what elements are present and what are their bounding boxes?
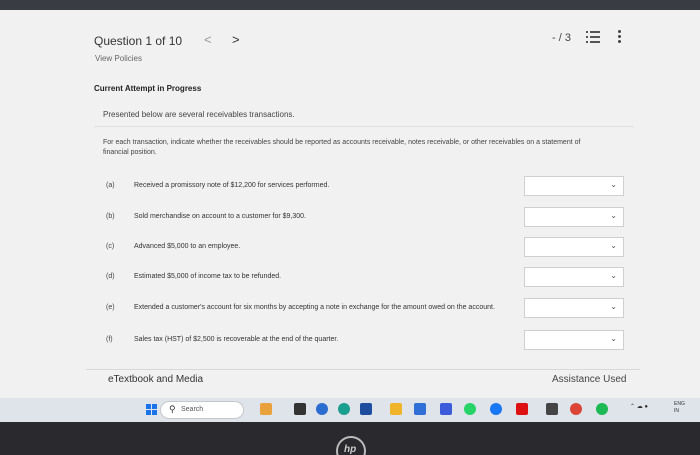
transaction-row: (c) Advanced $5,000 to an employee. ⌄ — [94, 235, 634, 261]
app-icon[interactable] — [490, 403, 502, 415]
chevron-down-icon: ⌄ — [610, 334, 617, 343]
receivable-type-select[interactable]: ⌄ — [524, 267, 624, 287]
app-icon[interactable] — [360, 403, 372, 415]
app-icon[interactable] — [294, 403, 306, 415]
netflix-icon[interactable] — [516, 403, 528, 415]
system-tray-icons[interactable]: ⌃ ☁ ● — [630, 403, 648, 410]
lang-line1: ENG — [674, 401, 685, 407]
assistance-used-label: Assistance Used — [552, 374, 627, 385]
receivable-type-select[interactable]: ⌄ — [524, 330, 624, 350]
browser-top-edge — [0, 0, 700, 10]
prev-question-icon[interactable]: < — [204, 32, 212, 47]
view-policies-link[interactable]: View Policies — [95, 54, 142, 63]
chevron-down-icon: ⌄ — [610, 241, 617, 250]
lang-line2: IN — [674, 408, 679, 414]
row-text: Extended a customer's account for six mo… — [134, 304, 495, 311]
row-letter: (a) — [106, 182, 115, 189]
receivable-type-select[interactable]: ⌄ — [524, 237, 624, 257]
taskbar-search[interactable]: ⚲ Search — [160, 401, 244, 419]
question-screen: Question 1 of 10 < > - / 3 View Policies… — [0, 10, 700, 398]
row-text: Estimated $5,000 of income tax to be ref… — [134, 273, 282, 280]
file-explorer-icon[interactable] — [390, 403, 402, 415]
transaction-row: (b) Sold merchandise on account to a cus… — [94, 205, 634, 231]
row-text: Advanced $5,000 to an employee. — [134, 243, 241, 250]
row-letter: (e) — [106, 304, 115, 311]
chevron-down-icon: ⌄ — [610, 180, 617, 189]
laptop-bezel: hp — [0, 422, 700, 455]
spotify-icon[interactable] — [596, 403, 608, 415]
row-text: Received a promissory note of $12,200 fo… — [134, 182, 330, 189]
list-icon[interactable] — [586, 31, 600, 43]
attempt-status: Current Attempt in Progress — [94, 84, 202, 93]
question-panel: Presented below are several receivables … — [94, 100, 634, 368]
next-question-icon[interactable]: > — [232, 32, 240, 47]
receivable-type-select[interactable]: ⌄ — [524, 176, 624, 196]
transaction-row: (d) Estimated $5,000 of income tax to be… — [94, 265, 634, 291]
transaction-row: (f) Sales tax (HST) of $2,500 is recover… — [94, 328, 634, 354]
row-text: Sold merchandise on account to a custome… — [134, 213, 306, 220]
app-icon[interactable] — [414, 403, 426, 415]
receivable-type-select[interactable]: ⌄ — [524, 298, 624, 318]
question-title: Question 1 of 10 — [94, 34, 183, 48]
chevron-down-icon: ⌄ — [610, 302, 617, 311]
row-text: Sales tax (HST) of $2,500 is recoverable… — [134, 336, 339, 343]
score-label: - / 3 — [552, 32, 571, 44]
windows-icon[interactable] — [146, 404, 158, 416]
row-letter: (c) — [106, 243, 115, 250]
app-icon[interactable] — [464, 403, 476, 415]
question-intro: Presented below are several receivables … — [103, 110, 295, 119]
more-vertical-icon[interactable] — [618, 30, 622, 44]
hp-logo-text: hp — [344, 444, 357, 455]
row-letter: (d) — [106, 273, 115, 280]
language-indicator[interactable]: ENG IN — [674, 401, 685, 415]
question-card: Current Attempt in Progress Presented be… — [86, 74, 640, 370]
app-icon[interactable] — [316, 403, 328, 415]
search-icon: ⚲ — [169, 404, 176, 414]
chrome-icon[interactable] — [570, 403, 582, 415]
hp-logo: hp — [336, 436, 366, 455]
question-instructions: For each transaction, indicate whether t… — [103, 139, 581, 156]
chevron-down-icon: ⌄ — [610, 271, 617, 280]
receivable-type-select[interactable]: ⌄ — [524, 207, 624, 227]
chevron-down-icon: ⌄ — [610, 211, 617, 220]
divider — [94, 126, 634, 127]
transaction-row: (e) Extended a customer's account for si… — [94, 296, 634, 322]
etextbook-link[interactable]: eTextbook and Media — [108, 374, 203, 385]
question-header: Question 1 of 10 < > - / 3 — [0, 18, 700, 52]
app-icon[interactable] — [260, 403, 272, 415]
edge-icon[interactable] — [338, 403, 350, 415]
row-letter: (b) — [106, 213, 115, 220]
taskbar-search-label: Search — [181, 406, 204, 413]
row-letter: (f) — [106, 336, 113, 343]
app-icon[interactable] — [546, 403, 558, 415]
windows-taskbar: ⚲ Search ⌃ ☁ ● ENG IN — [0, 398, 700, 422]
transaction-row: (a) Received a promissory note of $12,20… — [94, 174, 634, 200]
app-icon[interactable] — [440, 403, 452, 415]
